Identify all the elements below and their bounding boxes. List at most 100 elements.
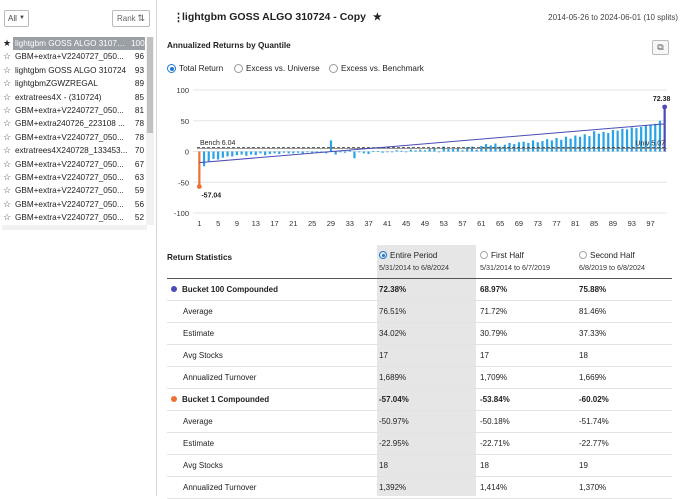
radio-circle-icon [579, 251, 587, 259]
x-tick-label: 77 [552, 219, 560, 228]
bar [564, 136, 568, 152]
row-label-text: Avg Stocks [183, 461, 223, 470]
bar [343, 151, 347, 153]
bar [339, 151, 342, 153]
y-tick-label: -100 [174, 209, 189, 218]
star-outline-icon[interactable]: ☆ [3, 171, 13, 184]
bar [231, 151, 234, 157]
list-item-rank: 89 [134, 79, 144, 89]
list-item[interactable]: ☆ GBM+extra+V2240727_050... 67 [0, 158, 157, 171]
bar [362, 151, 365, 154]
star-outline-icon[interactable]: ☆ [3, 64, 13, 77]
list-item-name: lightgbm GOSS ALGO 310724 [15, 65, 127, 75]
list-item[interactable]: ☆ extratrees4X - (310724) 85 [0, 91, 157, 104]
rank-sort-button[interactable]: Rank ⇅ [112, 10, 150, 27]
bar [569, 138, 572, 152]
list-item[interactable]: ★lightgbm GOSS ALGO 310724 - Copy100 [0, 37, 157, 51]
radio-excess-benchmark[interactable]: Excess vs. Benchmark [329, 64, 424, 73]
bar [217, 151, 220, 160]
list-item[interactable]: ☆ lightgbmZGWZREGAL 89 [0, 77, 157, 90]
x-tick-label: 37 [364, 219, 372, 228]
x-tick-label: 81 [571, 219, 579, 228]
star-outline-icon[interactable]: ☆ [3, 184, 13, 197]
date-range: 2014-05-26 to 2024-06-01 (10 splits) [548, 13, 678, 22]
list-item[interactable]: ☆ GBM+extra+V2240727_050... 56 [0, 198, 157, 211]
table-cell: -51.74% [579, 417, 609, 426]
list-item[interactable]: ☆ GBM+extra+V2240727_050... 63 [0, 171, 157, 184]
list-item[interactable]: ☆ lightgbm GOSS ALGO 310724 93 [0, 64, 157, 77]
row-label: Bucket 100 Compounded [171, 279, 278, 300]
list-item[interactable]: ☆ extratrees4X240728_133453... 70 [0, 144, 157, 157]
table-cell: -60.02% [579, 395, 609, 404]
bar [508, 142, 511, 152]
export-button[interactable]: ⧉ [652, 40, 669, 55]
row-label: Annualized Turnover [183, 477, 256, 498]
bar [381, 151, 384, 153]
star-outline-icon[interactable]: ☆ [3, 91, 13, 104]
bar [390, 151, 394, 153]
star-outline-icon[interactable]: ☆ [3, 144, 13, 157]
star-outline-icon[interactable]: ☆ [3, 211, 13, 224]
list-item-rank: 85 [134, 92, 144, 102]
star-outline-icon[interactable]: ☆ [3, 131, 13, 144]
column-label: First Half [491, 251, 524, 260]
list-item[interactable]: ☆ GBM+extra240726_223108 ... 78 [0, 117, 157, 130]
table-cell: 72.38% [379, 285, 407, 294]
table-cell: 19 [579, 461, 588, 470]
x-tick-label: 21 [289, 219, 297, 228]
star-outline-icon[interactable]: ☆ [3, 117, 13, 130]
bar [409, 149, 412, 152]
horizontal-scrollbar[interactable] [2, 225, 147, 230]
star-outline-icon[interactable]: ☆ [3, 50, 13, 63]
scrollbar-thumb[interactable] [147, 37, 153, 133]
star-outline-icon[interactable]: ☆ [3, 198, 13, 211]
column-first-half[interactable]: First Half 5/31/2014 to 6/7/2019 [480, 251, 550, 272]
star-outline-icon[interactable]: ☆ [3, 158, 13, 171]
radio-total-return[interactable]: Total Return [167, 64, 223, 73]
x-tick-label: 29 [327, 219, 335, 228]
bar [235, 151, 239, 156]
bar [583, 134, 586, 152]
sort-icon: ⇅ [137, 13, 145, 23]
list-item[interactable]: ☆ GBM+extra+V2240727_050... 52 [0, 211, 157, 224]
list-item[interactable]: ☆ GBM+extra+V2240727_050... 81 [0, 104, 157, 117]
bar [447, 149, 450, 152]
filter-dropdown-label: All [8, 14, 17, 23]
table-cell: -22.77% [579, 439, 609, 448]
list-item[interactable]: ☆ GBM+extra+V2240727_050... 96 [0, 50, 157, 63]
table-cell: 1,689% [379, 373, 407, 382]
list-item-rank: 78 [134, 132, 144, 142]
list-item-rank: 100 [131, 39, 145, 48]
table-cell: 1,392% [379, 483, 407, 492]
star-filled-icon[interactable]: ★ [3, 37, 13, 50]
list-scrollbar[interactable] [146, 37, 154, 225]
star-outline-icon[interactable]: ☆ [3, 77, 13, 90]
list-item[interactable]: ☆ GBM+extra+V2240727_050... 59 [0, 184, 157, 197]
bar [452, 149, 455, 152]
x-tick-label: 1 [197, 219, 201, 228]
column-second-half[interactable]: Second Half 6/8/2019 to 6/8/2024 [579, 251, 645, 272]
table-cell: 81.46% [579, 307, 607, 316]
list-item[interactable]: ☆ GBM+extra+V2240727_050... 78 [0, 131, 157, 144]
star-icon[interactable]: ★ [373, 12, 382, 23]
table-cell: 1,370% [579, 483, 607, 492]
list-item-name: GBM+extra+V2240727_050... [15, 159, 124, 169]
row-label-text: Average [183, 417, 213, 426]
x-tick-label: 85 [590, 219, 598, 228]
x-tick-label: 57 [458, 219, 466, 228]
star-outline-icon[interactable]: ☆ [3, 104, 13, 117]
bar [249, 151, 253, 155]
x-tick-label: 41 [383, 219, 391, 228]
bar [541, 141, 544, 152]
table-cell: -50.18% [480, 417, 510, 426]
bar [400, 150, 403, 152]
bar [574, 135, 577, 152]
section-title: Annualized Returns by Quantile [167, 41, 291, 50]
row-label: Annualized Turnover [183, 367, 256, 388]
table-row: Avg Stocks 17 17 18 [167, 345, 672, 367]
filter-dropdown[interactable]: All ▼ [4, 10, 29, 27]
column-entire-period[interactable]: Entire Period 5/31/2014 to 6/8/2024 [379, 251, 449, 272]
radio-excess-universe[interactable]: Excess vs. Universe [234, 64, 320, 73]
table-cell: 18 [480, 461, 489, 470]
row-label: Average [183, 411, 213, 432]
